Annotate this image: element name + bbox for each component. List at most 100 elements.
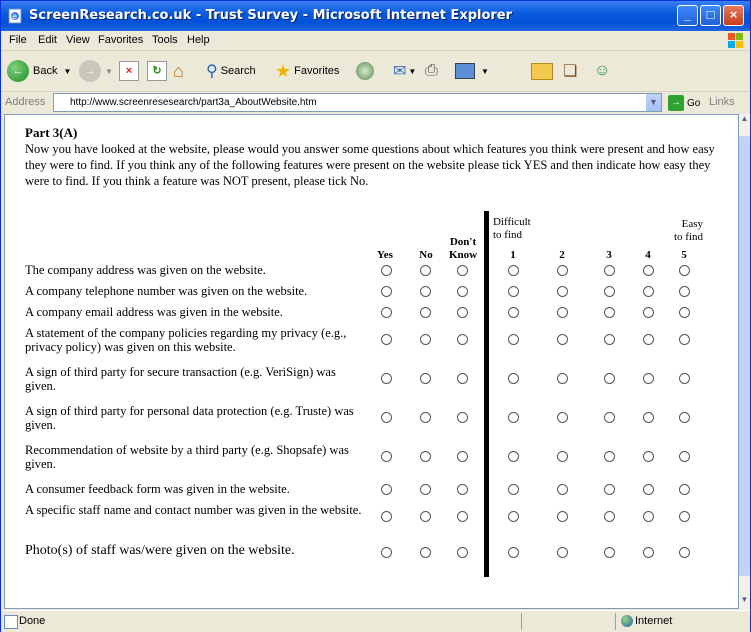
scroll-up-icon[interactable]: ▲ [739,114,750,128]
answer-radio[interactable] [508,334,519,345]
back-button[interactable]: ← Back ▼ [7,59,71,83]
mail-button[interactable]: ✉ ▼ [393,59,416,83]
answer-radio[interactable] [679,484,690,495]
favorites-button[interactable]: ★ Favorites [275,59,339,83]
answer-radio[interactable] [643,334,654,345]
answer-radio[interactable] [604,511,615,522]
menu-view[interactable]: View [66,34,90,46]
answer-radio[interactable] [420,451,431,462]
answer-radio[interactable] [457,484,468,495]
answer-radio[interactable] [457,307,468,318]
answer-radio[interactable] [557,286,568,297]
answer-radio[interactable] [679,373,690,384]
menu-file[interactable]: File [9,34,27,46]
stop-button[interactable]: × [119,59,139,83]
history-button[interactable] [356,59,374,83]
answer-radio[interactable] [604,547,615,558]
answer-radio[interactable] [381,265,392,276]
answer-radio[interactable] [381,511,392,522]
answer-radio[interactable] [457,511,468,522]
menu-favorites[interactable]: Favorites [98,34,143,46]
answer-radio[interactable] [420,484,431,495]
answer-radio[interactable] [643,286,654,297]
answer-radio[interactable] [604,484,615,495]
answer-radio[interactable] [557,334,568,345]
answer-radio[interactable] [508,451,519,462]
menu-tools[interactable]: Tools [152,34,178,46]
answer-radio[interactable] [420,412,431,423]
answer-radio[interactable] [643,451,654,462]
answer-radio[interactable] [643,547,654,558]
answer-radio[interactable] [679,307,690,318]
answer-radio[interactable] [381,286,392,297]
answer-radio[interactable] [557,484,568,495]
answer-radio[interactable] [381,307,392,318]
scroll-thumb[interactable] [739,136,750,576]
answer-radio[interactable] [679,334,690,345]
answer-radio[interactable] [420,265,431,276]
answer-radio[interactable] [381,373,392,384]
search-button[interactable]: ⚲ Search [206,59,256,83]
answer-radio[interactable] [381,412,392,423]
answer-radio[interactable] [604,412,615,423]
answer-radio[interactable] [604,307,615,318]
answer-radio[interactable] [457,547,468,558]
answer-radio[interactable] [420,307,431,318]
answer-radio[interactable] [457,265,468,276]
answer-radio[interactable] [557,451,568,462]
answer-radio[interactable] [457,373,468,384]
research-button[interactable]: ❏ [563,59,577,83]
answer-radio[interactable] [508,547,519,558]
answer-radio[interactable] [604,286,615,297]
answer-radio[interactable] [557,373,568,384]
answer-radio[interactable] [643,265,654,276]
answer-radio[interactable] [508,373,519,384]
answer-radio[interactable] [557,547,568,558]
answer-radio[interactable] [508,484,519,495]
answer-radio[interactable] [604,373,615,384]
answer-radio[interactable] [457,412,468,423]
answer-radio[interactable] [643,484,654,495]
answer-radio[interactable] [381,484,392,495]
answer-radio[interactable] [557,412,568,423]
answer-radio[interactable] [420,373,431,384]
answer-radio[interactable] [604,265,615,276]
answer-radio[interactable] [508,412,519,423]
answer-radio[interactable] [457,286,468,297]
scroll-down-icon[interactable]: ▼ [739,595,750,609]
address-dropdown-icon[interactable]: ▼ [646,94,661,111]
answer-radio[interactable] [679,511,690,522]
menu-edit[interactable]: Edit [38,34,57,46]
answer-radio[interactable] [381,451,392,462]
answer-radio[interactable] [457,334,468,345]
maximize-button[interactable]: □ [700,5,721,26]
answer-radio[interactable] [508,307,519,318]
answer-radio[interactable] [457,451,468,462]
answer-radio[interactable] [381,334,392,345]
vertical-scrollbar[interactable]: ▲ ▼ [739,114,750,609]
links-label[interactable]: Links [709,96,735,108]
answer-radio[interactable] [508,265,519,276]
answer-radio[interactable] [679,286,690,297]
home-button[interactable]: ⌂ [173,59,184,83]
answer-radio[interactable] [643,373,654,384]
answer-radio[interactable] [679,451,690,462]
answer-radio[interactable] [679,265,690,276]
answer-radio[interactable] [420,286,431,297]
messenger-button[interactable]: ☺ [594,59,610,83]
answer-radio[interactable] [604,451,615,462]
answer-radio[interactable] [643,412,654,423]
refresh-button[interactable]: ↻ [147,59,167,83]
answer-radio[interactable] [557,511,568,522]
answer-radio[interactable] [420,334,431,345]
answer-radio[interactable] [643,307,654,318]
answer-radio[interactable] [604,334,615,345]
answer-radio[interactable] [420,511,431,522]
answer-radio[interactable] [679,412,690,423]
answer-radio[interactable] [557,307,568,318]
answer-radio[interactable] [381,547,392,558]
minimize-button[interactable]: _ [677,5,698,26]
print-button[interactable]: ⎙ [425,59,438,83]
go-button[interactable]: → Go [668,95,700,111]
answer-radio[interactable] [557,265,568,276]
